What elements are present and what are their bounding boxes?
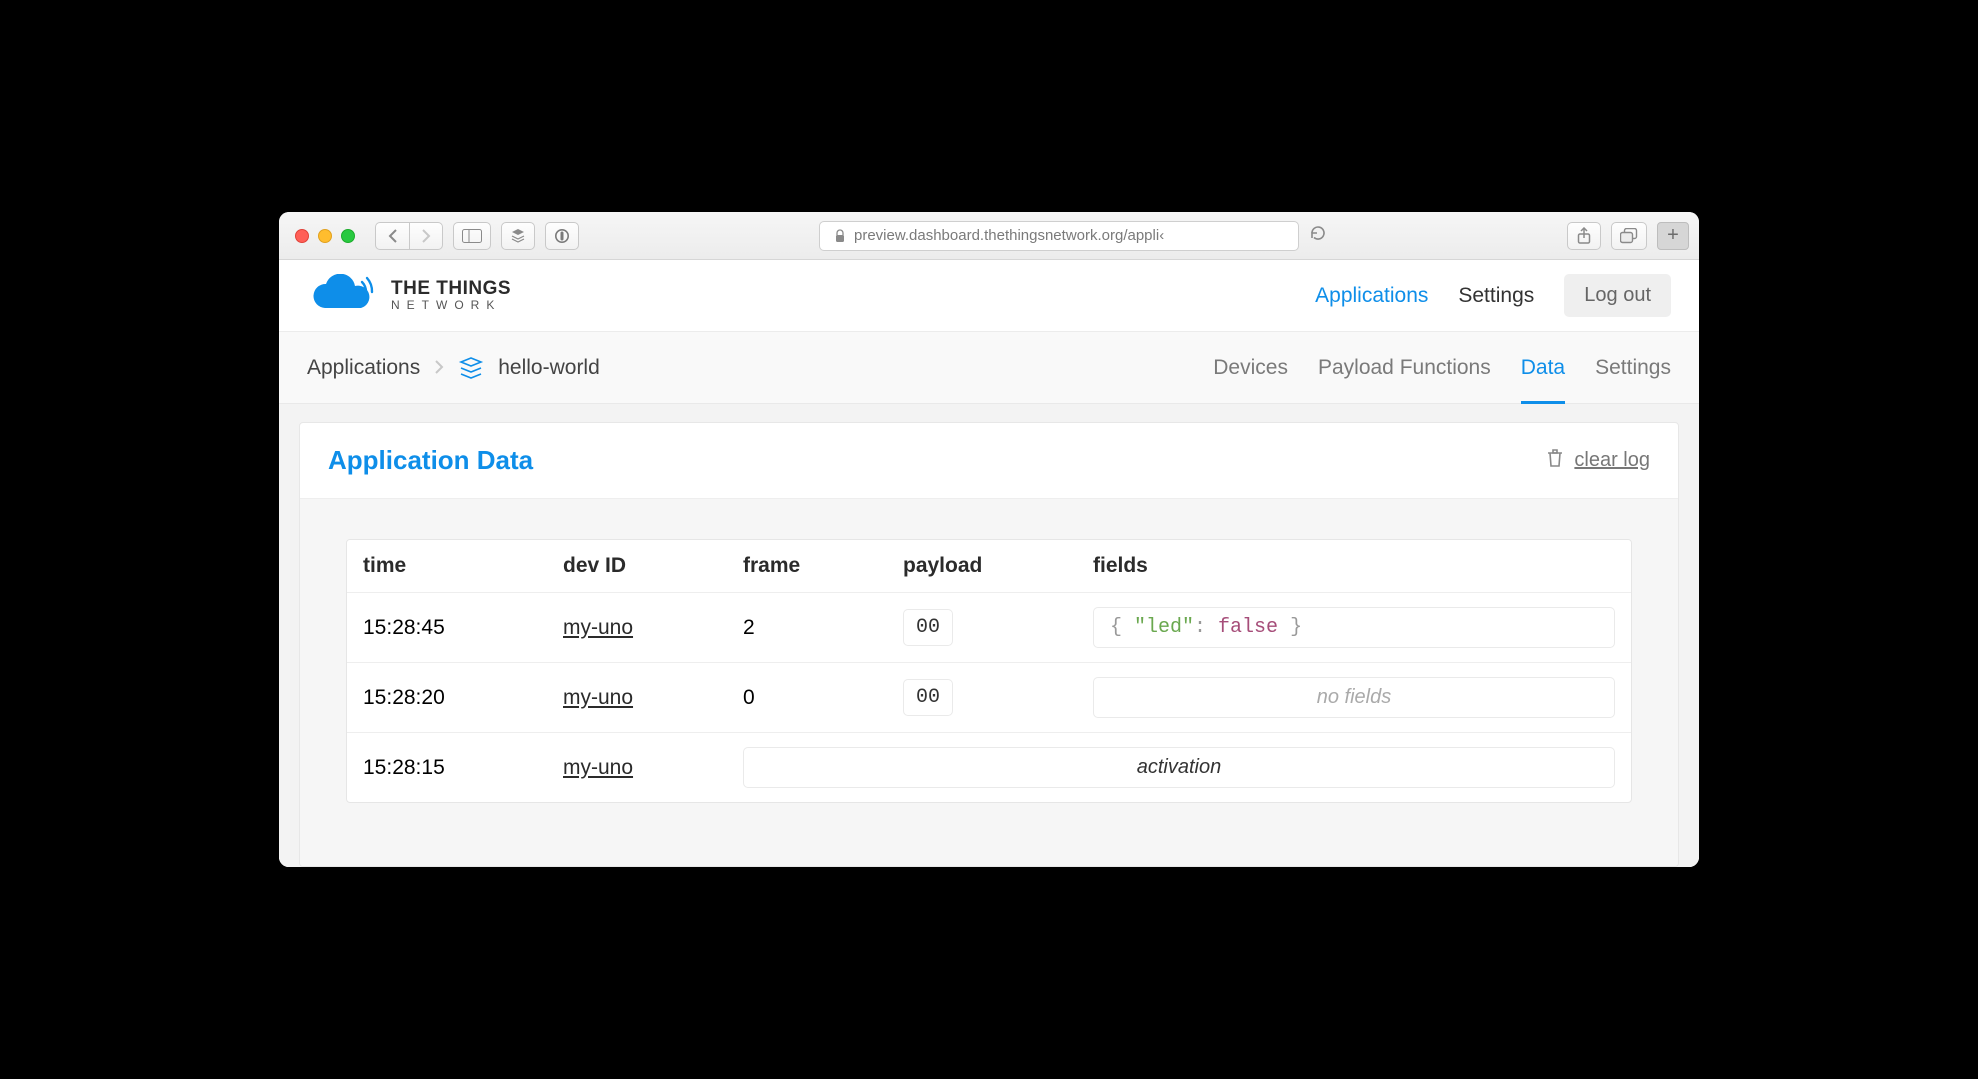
stack-icon — [510, 228, 526, 244]
lock-icon — [834, 229, 846, 243]
tab-settings[interactable]: Settings — [1595, 332, 1671, 403]
forward-button[interactable] — [409, 222, 443, 250]
col-frame: frame — [727, 540, 887, 593]
chevron-left-icon — [387, 229, 399, 243]
table-row: 15:28:45 my-uno 2 00 { "led": false } — [347, 593, 1631, 663]
logout-button[interactable]: Log out — [1564, 274, 1671, 317]
page: THE THINGS NETWORK Applications Settings… — [279, 260, 1699, 867]
panel-header: Application Data clear log — [300, 423, 1678, 499]
new-tab-button[interactable]: + — [1657, 222, 1689, 250]
maximize-window-button[interactable] — [341, 229, 355, 243]
share-icon — [1576, 227, 1592, 245]
reload-button[interactable] — [1309, 224, 1327, 247]
brand-logo[interactable]: THE THINGS NETWORK — [307, 274, 511, 318]
url-text: preview.dashboard.thethingsnetwork.org/a… — [854, 227, 1164, 244]
trash-icon — [1546, 448, 1564, 474]
col-fields: fields — [1077, 540, 1631, 593]
window-controls — [295, 229, 355, 243]
col-dev-id: dev ID — [547, 540, 727, 593]
payload-chip: 00 — [903, 609, 953, 646]
activation-row: activation — [743, 747, 1615, 788]
dev-id-link[interactable]: my-uno — [563, 756, 633, 779]
brand-text: THE THINGS NETWORK — [391, 279, 511, 312]
table-row: 15:28:15 my-uno activation — [347, 733, 1631, 802]
panel: Application Data clear log — [299, 422, 1679, 867]
tab-payload[interactable]: Payload Functions — [1318, 332, 1491, 403]
tabs-button[interactable] — [1611, 222, 1647, 250]
col-payload: payload — [887, 540, 1077, 593]
nav-settings[interactable]: Settings — [1458, 284, 1534, 308]
cloud-icon — [307, 274, 379, 318]
subbar: Applications hello-world Devices Payload… — [279, 332, 1699, 404]
subtabs: Devices Payload Functions Data Settings — [1213, 332, 1671, 403]
chevron-right-icon — [434, 356, 444, 380]
ext-button-1[interactable] — [501, 222, 535, 250]
cell-time: 15:28:45 — [347, 593, 547, 663]
share-button[interactable] — [1567, 222, 1601, 250]
nav-applications[interactable]: Applications — [1315, 284, 1428, 308]
application-icon — [458, 355, 484, 381]
cell-frame: 2 — [727, 593, 887, 663]
topbar: THE THINGS NETWORK Applications Settings… — [279, 260, 1699, 332]
no-fields: no fields — [1093, 677, 1615, 718]
sidebar-toggle-button[interactable] — [453, 222, 491, 250]
top-nav: Applications Settings Log out — [1315, 274, 1671, 317]
info-icon — [554, 228, 570, 244]
table-wrap: time dev ID frame payload fields 15:28:4… — [300, 499, 1678, 866]
clear-log-button[interactable]: clear log — [1546, 448, 1650, 474]
cell-frame: 0 — [727, 663, 887, 733]
minimize-window-button[interactable] — [318, 229, 332, 243]
table-row: 15:28:20 my-uno 0 00 no fields — [347, 663, 1631, 733]
breadcrumb-root[interactable]: Applications — [307, 356, 420, 380]
breadcrumb: Applications hello-world — [307, 355, 600, 381]
brand-line2: NETWORK — [391, 299, 511, 312]
dev-id-link[interactable]: my-uno — [563, 616, 633, 639]
table-header-row: time dev ID frame payload fields — [347, 540, 1631, 593]
nav-back-forward — [375, 222, 443, 250]
breadcrumb-app: hello-world — [498, 356, 600, 380]
col-time: time — [347, 540, 547, 593]
chevron-right-icon — [420, 229, 432, 243]
chrome-right: + — [1567, 222, 1689, 250]
tab-devices[interactable]: Devices — [1213, 332, 1288, 403]
reload-icon — [1309, 224, 1327, 242]
tabs-icon — [1620, 228, 1638, 244]
brand-line1: THE THINGS — [391, 279, 511, 299]
ext-button-2[interactable] — [545, 222, 579, 250]
clear-log-label: clear log — [1574, 449, 1650, 472]
address-bar[interactable]: preview.dashboard.thethingsnetwork.org/a… — [819, 221, 1299, 251]
data-table: time dev ID frame payload fields 15:28:4… — [346, 539, 1632, 803]
plus-icon: + — [1667, 224, 1679, 247]
cell-time: 15:28:20 — [347, 663, 547, 733]
back-button[interactable] — [375, 222, 409, 250]
content: Application Data clear log — [279, 404, 1699, 867]
browser-toolbar: preview.dashboard.thethingsnetwork.org/a… — [279, 212, 1699, 260]
fields-json: { "led": false } — [1093, 607, 1615, 648]
tab-data[interactable]: Data — [1521, 332, 1565, 403]
close-window-button[interactable] — [295, 229, 309, 243]
sidebar-icon — [462, 229, 482, 243]
cell-time: 15:28:15 — [347, 733, 547, 802]
payload-chip: 00 — [903, 679, 953, 716]
browser-window: preview.dashboard.thethingsnetwork.org/a… — [279, 212, 1699, 867]
panel-title: Application Data — [328, 445, 533, 476]
address-bar-wrap: preview.dashboard.thethingsnetwork.org/a… — [589, 221, 1557, 251]
dev-id-link[interactable]: my-uno — [563, 686, 633, 709]
